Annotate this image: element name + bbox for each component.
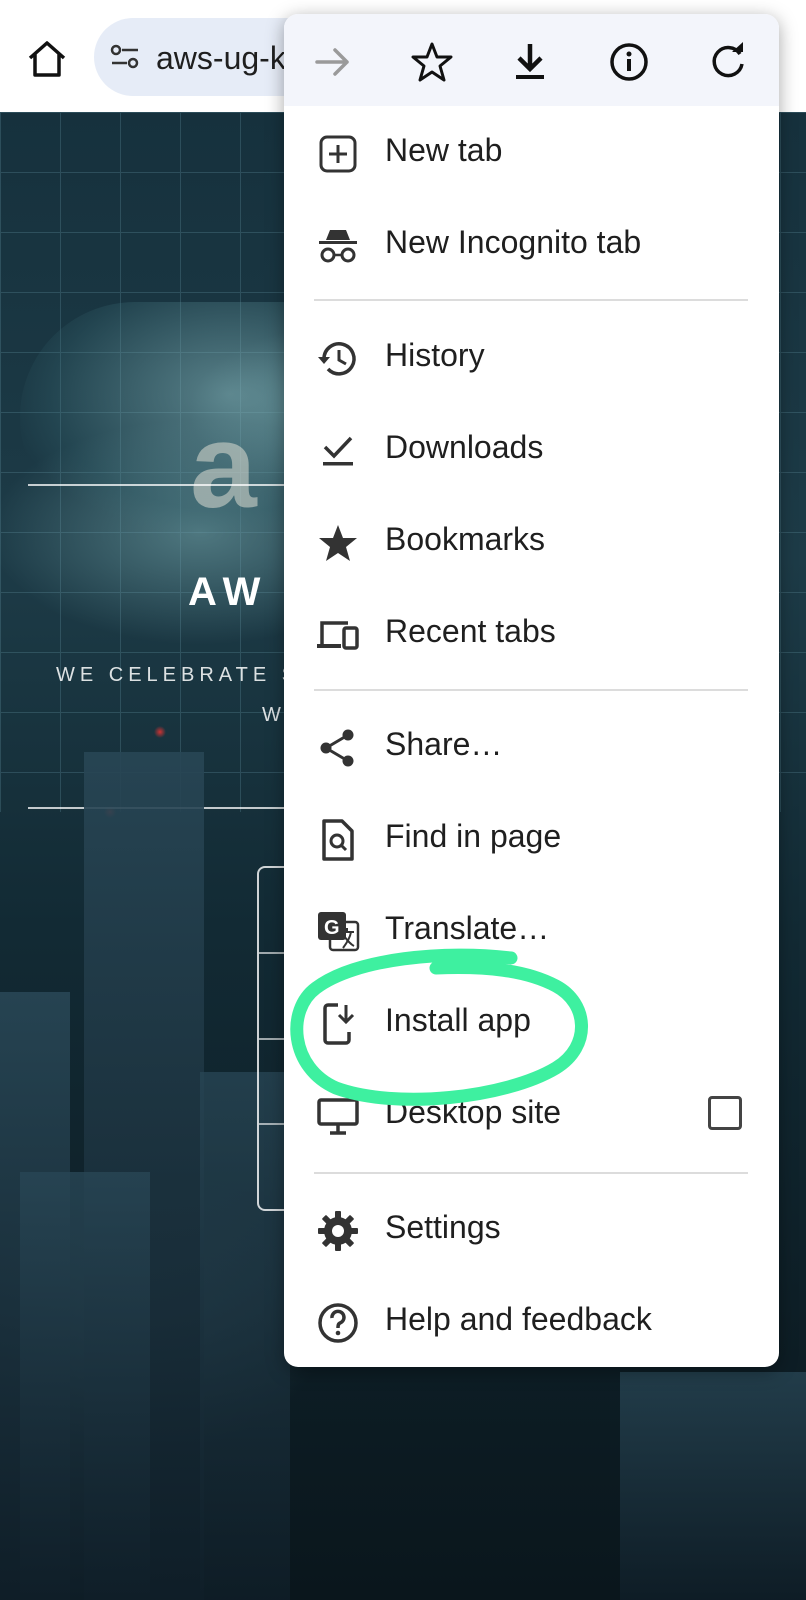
install-app-icon [316,1002,360,1046]
hero-top-rule [28,484,328,486]
site-settings-icon[interactable] [110,44,140,70]
menu-item-settings[interactable]: Settings [284,1185,779,1277]
menu-item-share[interactable]: Share… [284,702,779,794]
menu-item-install-app[interactable]: Install app [284,978,779,1070]
menu-item-label: Desktop site [385,1094,562,1130]
new-tab-icon [316,132,360,176]
info-icon[interactable] [605,38,653,86]
hero-tagline: WE CELEBRATE S [56,664,301,686]
desktop-site-checkbox[interactable] [708,1096,742,1130]
hero-tagline-line2: W [262,704,286,726]
menu-item-label: Install app [385,1002,531,1038]
incognito-icon [316,224,360,268]
menu-item-label: Recent tabs [385,613,556,649]
menu-item-label: Share… [385,726,503,762]
menu-divider [314,299,748,301]
menu-item-history[interactable]: History [284,313,779,405]
find-in-page-icon [316,818,360,862]
menu-item-downloads[interactable]: Downloads [284,405,779,497]
menu-item-translate[interactable]: G Translate… [284,886,779,978]
help-icon [316,1301,360,1345]
svg-text:G: G [324,917,340,939]
history-icon [316,337,360,381]
download-icon[interactable] [506,38,554,86]
star-icon[interactable] [408,38,456,86]
menu-toolbar [284,14,779,106]
menu-item-label: New Incognito tab [385,224,642,260]
translate-icon: G [316,910,360,954]
cloud-logo-text: a [190,399,257,533]
hero-title: AW [188,570,269,614]
menu-item-label: History [385,337,485,373]
menu-item-label: Bookmarks [385,521,546,557]
menu-item-label: New tab [385,132,503,168]
browser-overflow-menu: New tab New Incognito tab History Downlo… [284,14,779,1367]
menu-item-recent-tabs[interactable]: Recent tabs [284,589,779,681]
menu-item-label: Settings [385,1209,501,1245]
menu-item-new-incognito-tab[interactable]: New Incognito tab [284,200,779,292]
downloads-icon [316,429,360,473]
forward-arrow-icon[interactable] [309,38,357,86]
desktop-site-icon [316,1094,360,1138]
menu-item-label: Downloads [385,429,544,465]
menu-item-desktop-site[interactable]: Desktop site [284,1070,779,1162]
menu-item-find-in-page[interactable]: Find in page [284,794,779,886]
menu-item-help-and-feedback[interactable]: Help and feedback [284,1277,779,1367]
bookmarks-star-icon [316,521,360,565]
menu-item-label: Translate… [385,910,550,946]
share-icon [316,726,360,770]
menu-divider [314,689,748,691]
reload-icon[interactable] [704,38,752,86]
menu-divider [314,1172,748,1174]
skyscraper [620,1372,806,1600]
skyscraper [20,1172,150,1600]
url-text: aws-ug-k [156,40,286,76]
recent-tabs-icon [316,613,360,657]
settings-gear-icon [316,1209,360,1253]
menu-item-bookmarks[interactable]: Bookmarks [284,497,779,589]
menu-item-label: Help and feedback [385,1301,652,1337]
home-icon[interactable] [24,36,70,82]
menu-item-label: Find in page [385,818,562,854]
menu-item-new-tab[interactable]: New tab [284,108,779,200]
